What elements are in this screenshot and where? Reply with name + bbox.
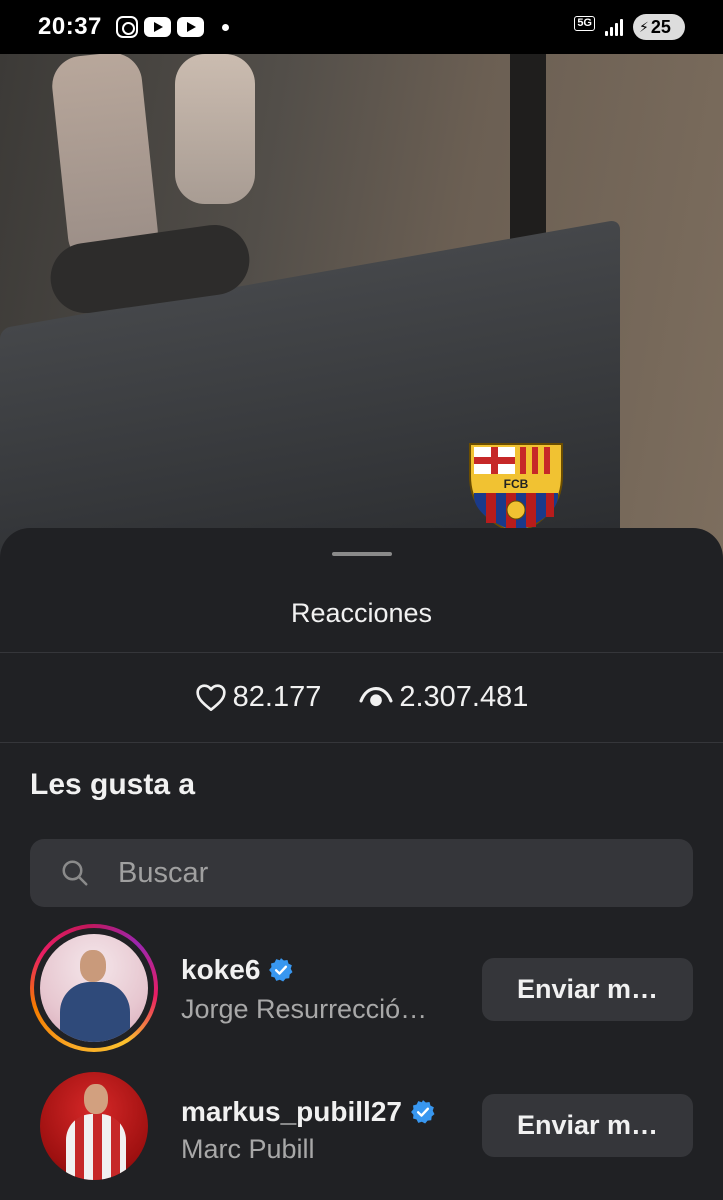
search-icon [62, 860, 88, 886]
video-player[interactable]: FCB [0, 54, 723, 574]
story-ring-avatar[interactable] [30, 924, 158, 1052]
system-icons: 5G ⚡ 25 [574, 14, 685, 40]
username[interactable]: markus_pubill27 [181, 1096, 436, 1128]
video-frame-shape [175, 54, 255, 204]
full-name: Marc Pubill [181, 1134, 315, 1164]
verified-badge-icon [411, 1100, 435, 1124]
likes-stat[interactable]: 82.177 [195, 680, 322, 714]
reaction-stats: 82.177 2.307.481 [0, 652, 723, 742]
likes-count: 82.177 [232, 680, 322, 713]
verified-badge-icon [269, 958, 293, 982]
signal-icon [605, 18, 623, 36]
list-item[interactable]: markus_pubill27 Marc Pubill Enviar m… [0, 1072, 723, 1192]
send-message-button[interactable]: Enviar m… [482, 1094, 693, 1157]
battery-indicator: ⚡ 25 [633, 14, 685, 40]
instagram-icon [115, 16, 138, 38]
views-stat: 2.307.481 [359, 681, 528, 714]
search-input[interactable]: Buscar [30, 839, 693, 907]
search-placeholder: Buscar [118, 856, 209, 889]
heart-icon [195, 684, 226, 712]
list-item[interactable]: koke6 Jorge Resurrecció… Enviar m… [0, 924, 723, 1052]
drag-handle[interactable] [332, 552, 392, 556]
avatar[interactable] [40, 1072, 148, 1180]
eye-icon [359, 686, 393, 707]
status-bar: 20:37 5G ⚡ 25 [0, 0, 723, 54]
notification-dot-icon [221, 23, 229, 31]
crest-text: FCB [504, 477, 529, 491]
fcb-crest-logo: FCB [469, 443, 563, 536]
battery-charging-icon: ⚡ [639, 18, 649, 35]
5g-icon: 5G [574, 15, 595, 31]
reactions-sheet: Reacciones 82.177 2.307.481 Les gusta a … [0, 528, 723, 1200]
avatar [40, 934, 148, 1042]
notification-icons [115, 16, 229, 38]
full-name: Jorge Resurrecció… [181, 994, 428, 1024]
username[interactable]: koke6 [181, 954, 294, 986]
divider [0, 742, 723, 743]
status-time: 20:37 [38, 13, 102, 40]
username-text: markus_pubill27 [181, 1096, 402, 1127]
send-message-button[interactable]: Enviar m… [482, 958, 693, 1021]
youtube-icon [143, 17, 171, 37]
sheet-title: Reacciones [290, 598, 433, 628]
views-count: 2.307.481 [399, 680, 529, 713]
youtube-icon [176, 17, 204, 37]
battery-level: 25 [650, 16, 671, 37]
username-text: koke6 [181, 954, 261, 985]
section-title: Les gusta a [30, 768, 196, 801]
